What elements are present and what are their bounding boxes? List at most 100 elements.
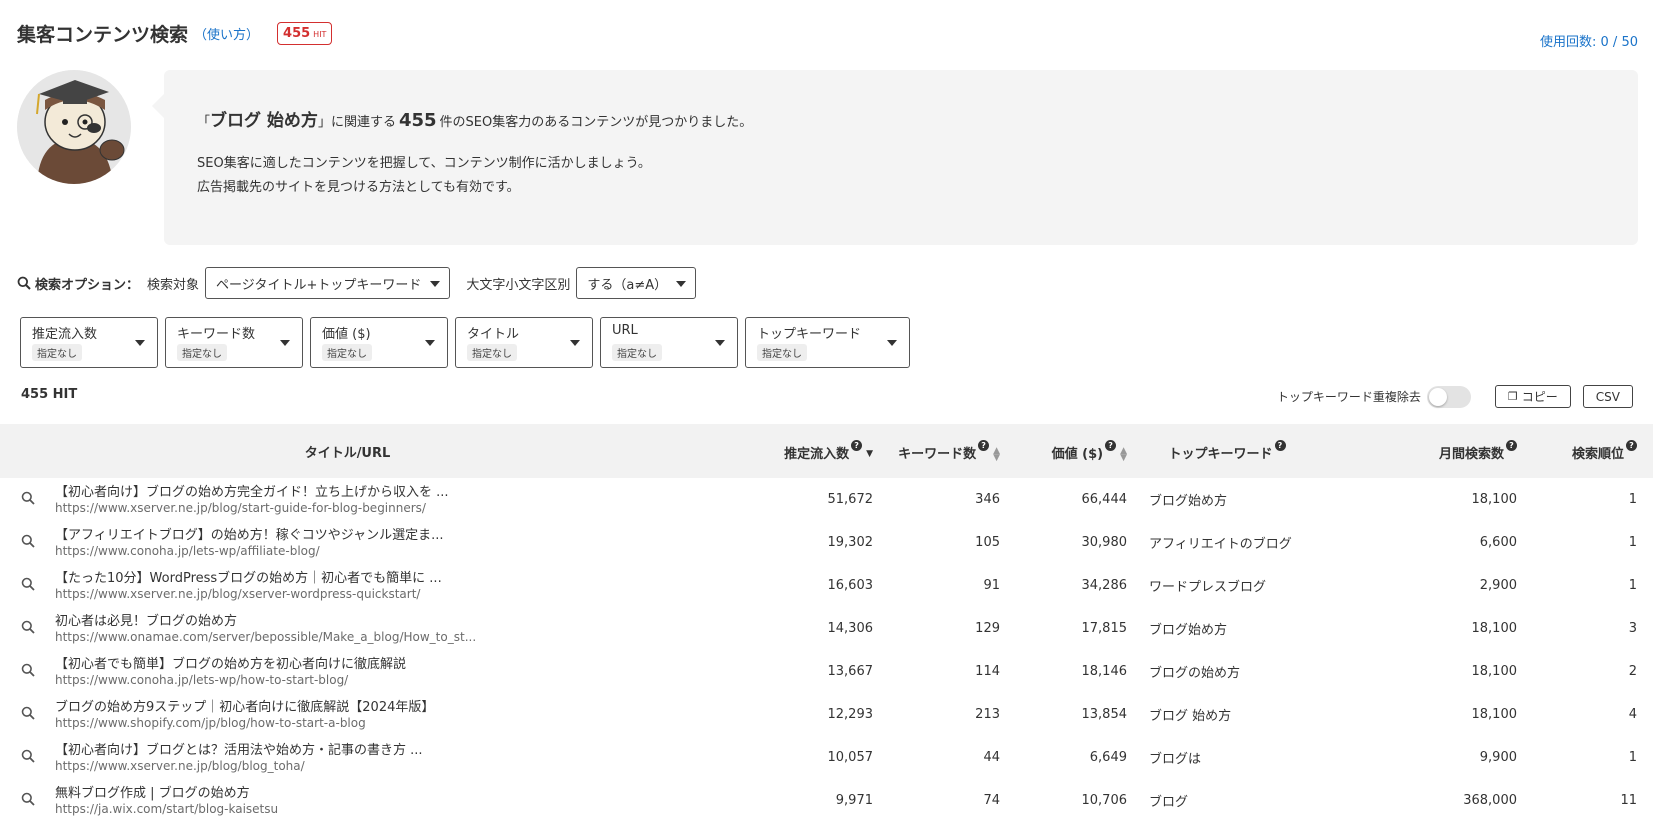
header-value-label: 価値 ($) bbox=[1051, 447, 1104, 462]
cell-title-url: 無料ブログ作成 | ブログの始め方 https://ja.wix.com/star… bbox=[55, 779, 780, 822]
search-options: 検索オプション： 検索対象 ページタイトル+トップキーワード 大文字小文字区別 … bbox=[17, 267, 697, 299]
row-end-spacer bbox=[1637, 779, 1653, 822]
row-url[interactable]: https://www.shopify.com/jp/blog/how-to-s… bbox=[55, 716, 780, 731]
row-url[interactable]: https://www.conoha.jp/lets-wp/affiliate-… bbox=[55, 544, 780, 559]
case-sensitivity-value: する（a≠A） bbox=[587, 277, 668, 293]
help-icon[interactable]: ? bbox=[1105, 440, 1117, 451]
help-icon[interactable]: ? bbox=[851, 440, 863, 451]
row-url[interactable]: https://www.xserver.ne.jp/blog/start-gui… bbox=[55, 501, 780, 516]
dedupe-toggle[interactable] bbox=[1426, 385, 1471, 408]
row-title[interactable]: 初心者は必見！ブログの始め方 bbox=[55, 613, 780, 630]
help-icon[interactable]: ? bbox=[1274, 440, 1286, 451]
row-url[interactable]: https://www.xserver.ne.jp/blog/blog_toha… bbox=[55, 759, 780, 774]
results-hit-count: 455 HIT bbox=[21, 387, 78, 402]
intro-message-box: 「 ブログ 始め方 」に関連する 455 件のSEO集客力のあるコンテンツが見つ… bbox=[152, 70, 1638, 245]
filter-traffic[interactable]: 推定流入数 指定なし bbox=[20, 317, 158, 368]
cell-title-url: 初心者は必見！ブログの始め方 https://www.onamae.com/ser… bbox=[55, 607, 780, 650]
filter-value[interactable]: 価値 ($) 指定なし bbox=[310, 317, 448, 368]
cell-traffic: 19,302 bbox=[827, 535, 874, 550]
intro-suffix: 件のSEO集客力のあるコンテンツが見つかりました。 bbox=[439, 115, 753, 130]
csv-button-label: CSV bbox=[1595, 389, 1620, 404]
row-search-cell bbox=[0, 779, 55, 822]
help-icon[interactable]: ? bbox=[1626, 440, 1637, 451]
row-end-spacer bbox=[1637, 736, 1653, 779]
sort-icon[interactable]: ▲ ▼ bbox=[1120, 446, 1127, 462]
filter-name: 推定流入数 bbox=[32, 327, 98, 342]
header-value[interactable]: 価値 ($)? ▲ ▼ bbox=[1000, 424, 1127, 478]
search-icon[interactable] bbox=[21, 663, 35, 677]
row-title[interactable]: 【たった10分】WordPressブログの始め方｜初心者でも簡単に ... bbox=[55, 570, 780, 587]
filter-keywords[interactable]: キーワード数 指定なし bbox=[165, 317, 303, 368]
row-title[interactable]: 【初心者向け】ブログの始め方完全ガイド！立ち上げから収入を ... bbox=[55, 484, 780, 501]
filter-name: URL bbox=[612, 323, 638, 338]
row-search-cell bbox=[0, 564, 55, 607]
row-url[interactable]: https://ja.wix.com/start/blog-kaisetsu bbox=[55, 802, 780, 817]
cell-rank: 4 bbox=[1628, 707, 1637, 722]
help-icon[interactable]: ? bbox=[1506, 440, 1517, 451]
cell-rank: 1 bbox=[1628, 492, 1637, 507]
filter-value: 指定なし bbox=[177, 344, 227, 361]
search-icon[interactable] bbox=[21, 620, 35, 634]
cell-top-keyword: ブログの始め方 bbox=[1149, 666, 1241, 681]
search-icon[interactable] bbox=[21, 491, 35, 505]
cell-value: 13,854 bbox=[1081, 707, 1128, 722]
filter-title[interactable]: タイトル 指定なし bbox=[455, 317, 593, 368]
results-toolbar: トップキーワード重複除去 ❐ コピー CSV bbox=[1277, 385, 1633, 408]
filter-url[interactable]: URL 指定なし bbox=[600, 317, 738, 368]
header-title-url: タイトル/URL bbox=[55, 424, 780, 478]
table-row[interactable]: 【初心者でも簡単】ブログの始め方を初心者向けに徹底解説 https://www.c… bbox=[0, 650, 1653, 693]
sort-desc-icon[interactable]: ▼ bbox=[866, 450, 873, 459]
header-rank: 検索順位? bbox=[1517, 424, 1637, 478]
search-icon[interactable] bbox=[21, 577, 35, 591]
hit-badge: 455 HIT bbox=[277, 22, 333, 45]
search-icon[interactable] bbox=[21, 749, 35, 763]
row-title[interactable]: 無料ブログ作成 | ブログの始め方 bbox=[55, 785, 780, 802]
header-keywords[interactable]: キーワード数? ▲ ▼ bbox=[873, 424, 1000, 478]
row-title[interactable]: ブログの始め方9ステップ｜初心者向けに徹底解説【2024年版】 bbox=[55, 699, 780, 716]
table-row[interactable]: 【たった10分】WordPressブログの始め方｜初心者でも簡単に ... htt… bbox=[0, 564, 1653, 607]
row-url[interactable]: https://www.xserver.ne.jp/blog/xserver-w… bbox=[55, 587, 780, 602]
header-traffic[interactable]: 推定流入数?▼ bbox=[780, 424, 873, 478]
page-title: 集客コンテンツ検索 bbox=[17, 24, 189, 46]
case-sensitivity-select[interactable]: する（a≠A） bbox=[576, 267, 697, 299]
help-icon[interactable]: ? bbox=[978, 440, 990, 451]
search-options-label: 検索オプション： bbox=[35, 277, 140, 293]
table-row[interactable]: 無料ブログ作成 | ブログの始め方 https://ja.wix.com/star… bbox=[0, 779, 1653, 822]
help-link[interactable]: （使い方） bbox=[194, 24, 259, 43]
intro-summary: 「 ブログ 始め方 」に関連する 455 件のSEO集客力のあるコンテンツが見つ… bbox=[197, 106, 752, 131]
row-title[interactable]: 【アフィリエイトブログ】の始め方！稼ぐコツやジャンル選定ま... bbox=[55, 527, 780, 544]
table-row[interactable]: 【アフィリエイトブログ】の始め方！稼ぐコツやジャンル選定ま... https://… bbox=[0, 521, 1653, 564]
filter-top-keyword[interactable]: トップキーワード 指定なし bbox=[745, 317, 910, 368]
case-sensitivity-label: 大文字小文字区別 bbox=[466, 277, 571, 293]
row-title[interactable]: 【初心者でも簡単】ブログの始め方を初心者向けに徹底解説 bbox=[55, 656, 780, 673]
header-volume-label: 月間検索数 bbox=[1438, 447, 1504, 462]
search-icon[interactable] bbox=[21, 534, 35, 548]
search-target-select[interactable]: ページタイトル+トップキーワード bbox=[205, 267, 451, 299]
table-row[interactable]: 【初心者向け】ブログの始め方完全ガイド！立ち上げから収入を ... https:/… bbox=[0, 478, 1653, 521]
hit-badge-unit: HIT bbox=[313, 30, 327, 39]
search-icon[interactable] bbox=[21, 792, 35, 806]
row-search-cell bbox=[0, 478, 55, 521]
row-search-cell bbox=[0, 736, 55, 779]
cell-traffic: 14,306 bbox=[827, 621, 874, 636]
row-title[interactable]: 【初心者向け】ブログとは？活用法や始め方・記事の書き方 ... bbox=[55, 742, 780, 759]
copy-button[interactable]: ❐ コピー bbox=[1494, 385, 1571, 408]
table-row[interactable]: 【初心者向け】ブログとは？活用法や始め方・記事の書き方 ... https://w… bbox=[0, 736, 1653, 779]
header-top-keyword: トップキーワード? bbox=[1127, 424, 1327, 478]
sort-icon[interactable]: ▲ ▼ bbox=[993, 446, 1000, 462]
cell-rank: 3 bbox=[1628, 621, 1637, 636]
cell-rank: 1 bbox=[1628, 750, 1637, 765]
caret-down-icon bbox=[887, 340, 897, 346]
caret-down-icon bbox=[676, 281, 687, 287]
row-search-cell bbox=[0, 693, 55, 736]
table-row[interactable]: 初心者は必見！ブログの始め方 https://www.onamae.com/ser… bbox=[0, 607, 1653, 650]
filter-name: タイトル bbox=[467, 327, 520, 342]
search-icon[interactable] bbox=[21, 706, 35, 720]
row-url[interactable]: https://www.onamae.com/server/bepossible… bbox=[55, 630, 780, 645]
results-table: タイトル/URL 推定流入数?▼ キーワード数? ▲ ▼ 価値 ($)? ▲ ▼ トップ… bbox=[0, 424, 1653, 822]
header-spacer bbox=[0, 424, 55, 478]
header-rank-label: 検索順位 bbox=[1571, 447, 1624, 462]
row-url[interactable]: https://www.conoha.jp/lets-wp/how-to-sta… bbox=[55, 673, 780, 688]
table-row[interactable]: ブログの始め方9ステップ｜初心者向けに徹底解説【2024年版】 https://w… bbox=[0, 693, 1653, 736]
csv-button[interactable]: CSV bbox=[1582, 385, 1633, 408]
